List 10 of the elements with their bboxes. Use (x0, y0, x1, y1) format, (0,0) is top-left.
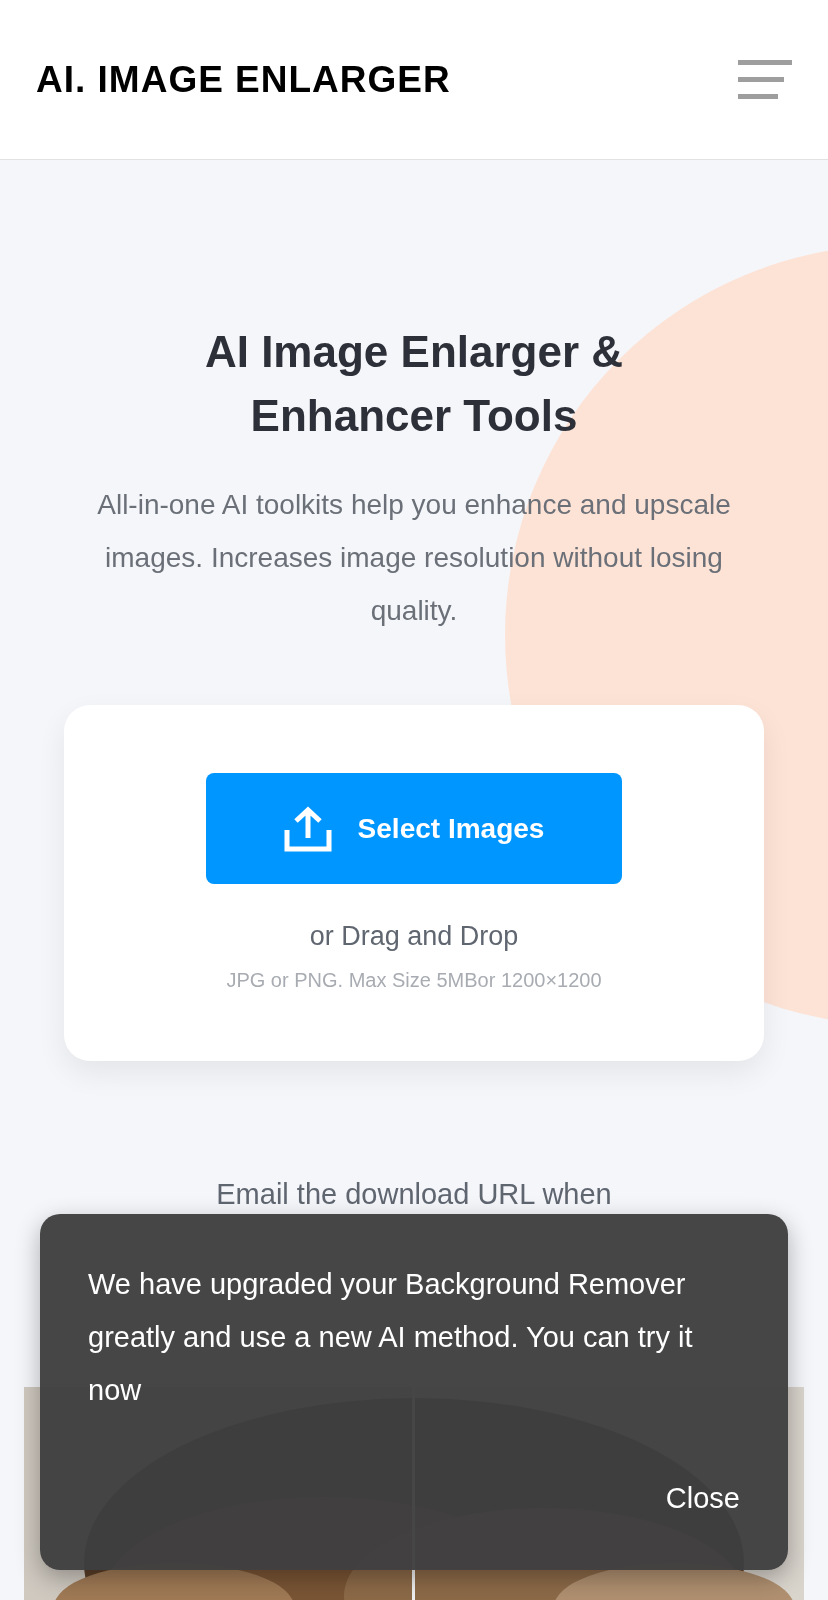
email-option-label: Email the download URL when (216, 1177, 612, 1212)
toast-message: We have upgraded your Background Remover greatly and use a new AI method. You can try it now (88, 1267, 694, 1408)
hero-title: AI Image Enlarger & Enhancer Tools (203, 326, 625, 442)
logo[interactable]: AI. IMAGE ENLARGER (36, 51, 451, 108)
close-button[interactable]: Close (665, 1476, 740, 1520)
upload-icon (283, 805, 332, 852)
hero-subtitle: All-in-one AI toolkits help you enhance and upscale images. Increases image resolution without losing quality. (96, 488, 732, 628)
menu-icon[interactable] (738, 59, 792, 100)
file-limits: JPG or PNG. Max Size 5MBor 1200×1200 (226, 967, 602, 993)
drag-hint: or Drag and Drop (309, 920, 519, 953)
